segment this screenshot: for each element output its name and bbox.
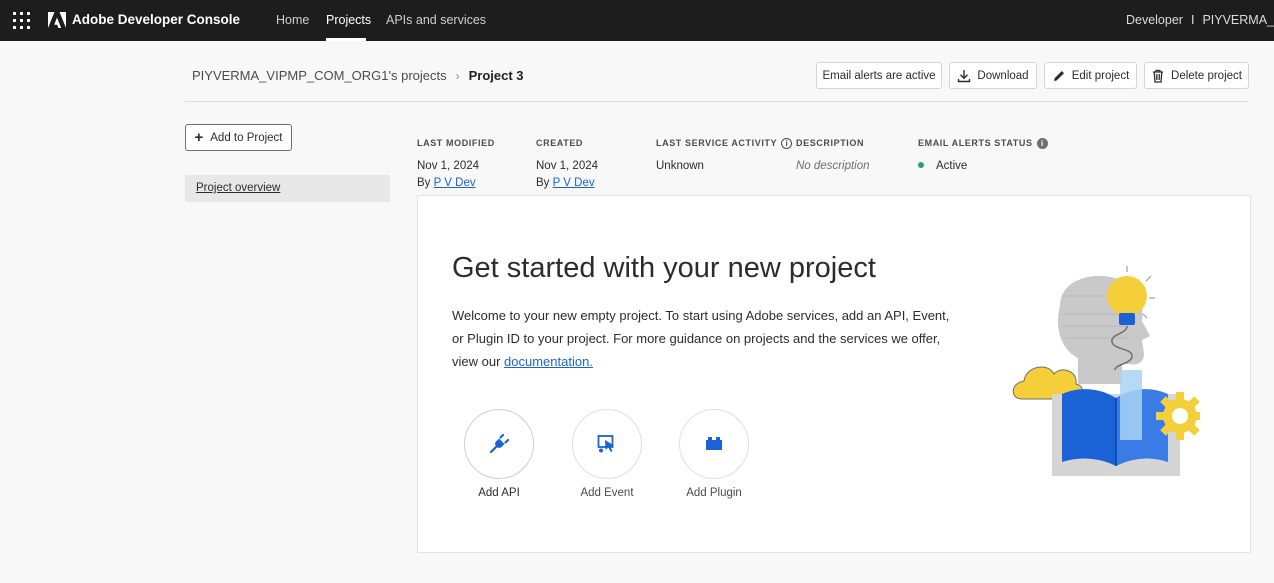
meta-label: LAST SERVICE ACTIVITY (656, 138, 778, 148)
email-alerts-label: Email alerts are active (822, 69, 936, 82)
add-plugin-button[interactable] (679, 409, 749, 479)
meta-value: Unknown (656, 160, 704, 172)
role-label: Developer (1125, 13, 1183, 27)
top-bar: Adobe Developer Console Home Projects AP… (0, 0, 1274, 41)
download-button[interactable]: Download (949, 62, 1037, 89)
meta-label: DESCRIPTION (796, 138, 865, 148)
delete-project-button[interactable]: Delete project (1144, 62, 1249, 89)
plugin-icon (706, 437, 722, 450)
meta-label: EMAIL ALERTS STATUS (918, 138, 1033, 148)
app-switcher-icon[interactable] (13, 12, 30, 29)
role-separator: I (1190, 13, 1195, 27)
add-plugin-label[interactable]: Add Plugin (669, 487, 759, 499)
email-alerts-button[interactable]: Email alerts are active (816, 62, 942, 89)
add-api-button[interactable] (464, 409, 534, 479)
card-description: Welcome to your new empty project. To st… (452, 308, 950, 369)
meta-last-modified: LAST MODIFIED Nov 1, 2024 By P V Dev (417, 136, 495, 189)
meta-created: CREATED Nov 1, 2024 By P V Dev (536, 136, 598, 189)
add-event-label[interactable]: Add Event (562, 487, 652, 499)
breadcrumb-parent[interactable]: PIYVERMA_VIPMP_COM_ORG1's projects (192, 68, 447, 83)
meta-email-alerts-status: EMAIL ALERTS STATUS i Active (918, 136, 1048, 172)
nav-home[interactable]: Home (276, 13, 309, 27)
meta-last-service-activity: LAST SERVICE ACTIVITY i Unknown (656, 136, 793, 172)
plus-icon: + (194, 129, 204, 146)
meta-by: By P V Dev (536, 177, 595, 189)
info-icon[interactable]: i (781, 137, 793, 149)
meta-label: CREATED (536, 138, 584, 148)
pencil-icon (1053, 70, 1064, 81)
author-link[interactable]: P V Dev (553, 177, 595, 189)
meta-value: No description (796, 160, 870, 172)
status-value: Active (936, 160, 968, 172)
breadcrumb-current: Project 3 (468, 68, 524, 83)
plug-icon (489, 433, 510, 454)
documentation-link[interactable]: documentation. (504, 354, 593, 369)
add-event-button[interactable] (572, 409, 642, 479)
org-name: PIYVERMA_ (1202, 13, 1274, 27)
download-label: Download (977, 69, 1029, 82)
info-icon[interactable]: i (1036, 137, 1048, 149)
book-idea-illustration (1012, 266, 1200, 476)
delete-project-label: Delete project (1171, 69, 1242, 82)
add-api-label[interactable]: Add API (454, 487, 544, 499)
meta-label: LAST MODIFIED (417, 138, 495, 148)
edit-project-label: Edit project (1071, 69, 1130, 82)
meta-by: By P V Dev (417, 177, 476, 189)
meta-date: Nov 1, 2024 (536, 160, 599, 172)
adobe-logo-icon[interactable] (48, 12, 66, 28)
meta-date: Nov 1, 2024 (417, 160, 480, 172)
chevron-right-icon: › (455, 69, 460, 83)
get-started-card: Get started with your new project Welcom… (417, 195, 1251, 553)
edit-project-button[interactable]: Edit project (1044, 62, 1137, 89)
breadcrumb: PIYVERMA_VIPMP_COM_ORG1's projects › Proje… (192, 68, 524, 83)
download-icon (958, 69, 971, 82)
event-icon (597, 435, 614, 453)
add-to-project-button[interactable]: + Add to Project (185, 124, 292, 151)
meta-description: DESCRIPTION No description (796, 136, 870, 172)
nav-apis-and-services[interactable]: APIs and services (386, 13, 486, 27)
add-to-project-label: Add to Project (210, 131, 283, 144)
sidebar-item-project-overview[interactable]: Project overview (185, 175, 390, 202)
nav-projects[interactable]: Projects (326, 13, 371, 27)
trash-icon (1153, 69, 1164, 83)
author-link[interactable]: P V Dev (434, 177, 476, 189)
nav-active-indicator (326, 38, 366, 41)
header-divider (185, 101, 1249, 102)
card-title: Get started with your new project (452, 252, 876, 284)
app-title[interactable]: Adobe Developer Console (72, 12, 240, 27)
org-switcher[interactable]: Developer I PIYVERMA_ (1126, 13, 1274, 27)
status-dot (918, 161, 924, 168)
